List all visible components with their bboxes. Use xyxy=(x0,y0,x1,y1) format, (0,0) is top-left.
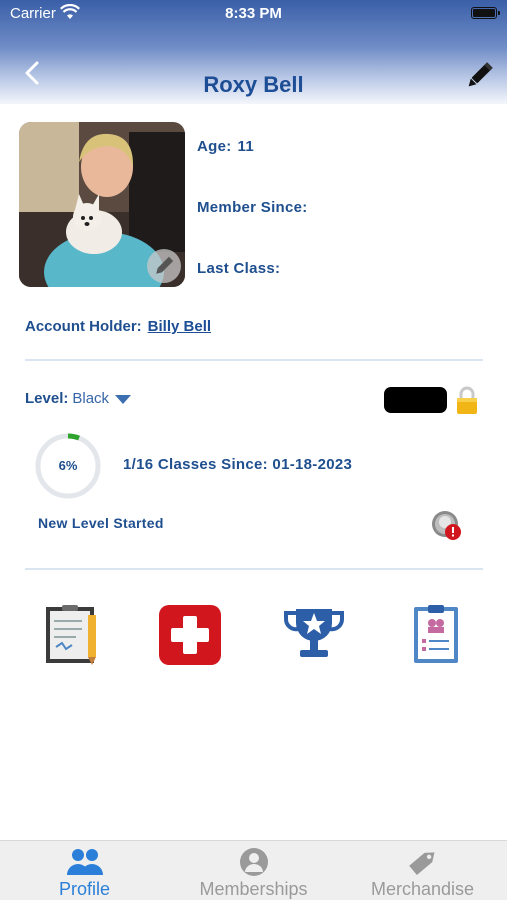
dropdown-triangle-icon[interactable] xyxy=(115,394,132,404)
age-row: Age: 11 xyxy=(197,138,254,155)
member-since-label: Member Since: xyxy=(197,199,308,216)
trophy-icon[interactable] xyxy=(282,603,346,667)
account-holder-label: Account Holder: xyxy=(25,318,142,335)
photo-edit-button[interactable] xyxy=(147,249,181,283)
user-circle-icon xyxy=(240,848,268,876)
notification-icon[interactable] xyxy=(430,508,464,542)
progress-percent: 6% xyxy=(58,458,78,473)
medical-cross-icon[interactable] xyxy=(158,603,222,667)
divider xyxy=(25,359,483,361)
tab-bar: Profile Memberships Merchandise xyxy=(0,840,507,900)
tag-icon xyxy=(409,852,435,875)
level-status: New Level Started xyxy=(38,515,164,531)
age-value: 11 xyxy=(237,138,255,155)
tab-memberships[interactable]: Memberships xyxy=(169,841,338,900)
tab-label: Profile xyxy=(58,879,111,899)
checklist-icon[interactable] xyxy=(404,603,468,667)
page-title: Roxy Bell xyxy=(203,72,304,97)
level-value: Black xyxy=(72,390,110,407)
people-icon xyxy=(67,849,103,875)
pencil-icon xyxy=(156,256,174,274)
divider xyxy=(25,568,483,570)
level-label: Level: xyxy=(25,390,69,407)
age-label: Age: xyxy=(197,138,232,155)
lock-icon[interactable] xyxy=(455,385,479,415)
status-bar: Carrier 8:33 PM xyxy=(0,0,507,28)
status-time: 8:33 PM xyxy=(225,5,282,22)
classes-since-text: 1/16 Classes Since: 01-18-2023 xyxy=(123,456,353,473)
tab-label: Memberships xyxy=(199,879,308,899)
edit-pencil-icon[interactable] xyxy=(463,58,497,92)
tab-merchandise[interactable]: Merchandise xyxy=(338,841,507,900)
account-holder-row: Account Holder: Billy Bell xyxy=(25,318,211,335)
battery-icon xyxy=(471,7,500,19)
header-bar: Carrier 8:33 PM Roxy Bell xyxy=(0,0,507,104)
last-class-label: Last Class: xyxy=(197,260,281,277)
belt-color-swatch xyxy=(384,387,447,413)
clipboard-notes-icon[interactable] xyxy=(40,603,104,667)
account-holder-link[interactable]: Billy Bell xyxy=(148,318,211,335)
level-row[interactable]: Level: Black xyxy=(25,390,132,407)
tab-profile[interactable]: Profile xyxy=(0,841,169,900)
profile-photo[interactable] xyxy=(19,122,185,287)
tab-label: Merchandise xyxy=(370,879,475,899)
